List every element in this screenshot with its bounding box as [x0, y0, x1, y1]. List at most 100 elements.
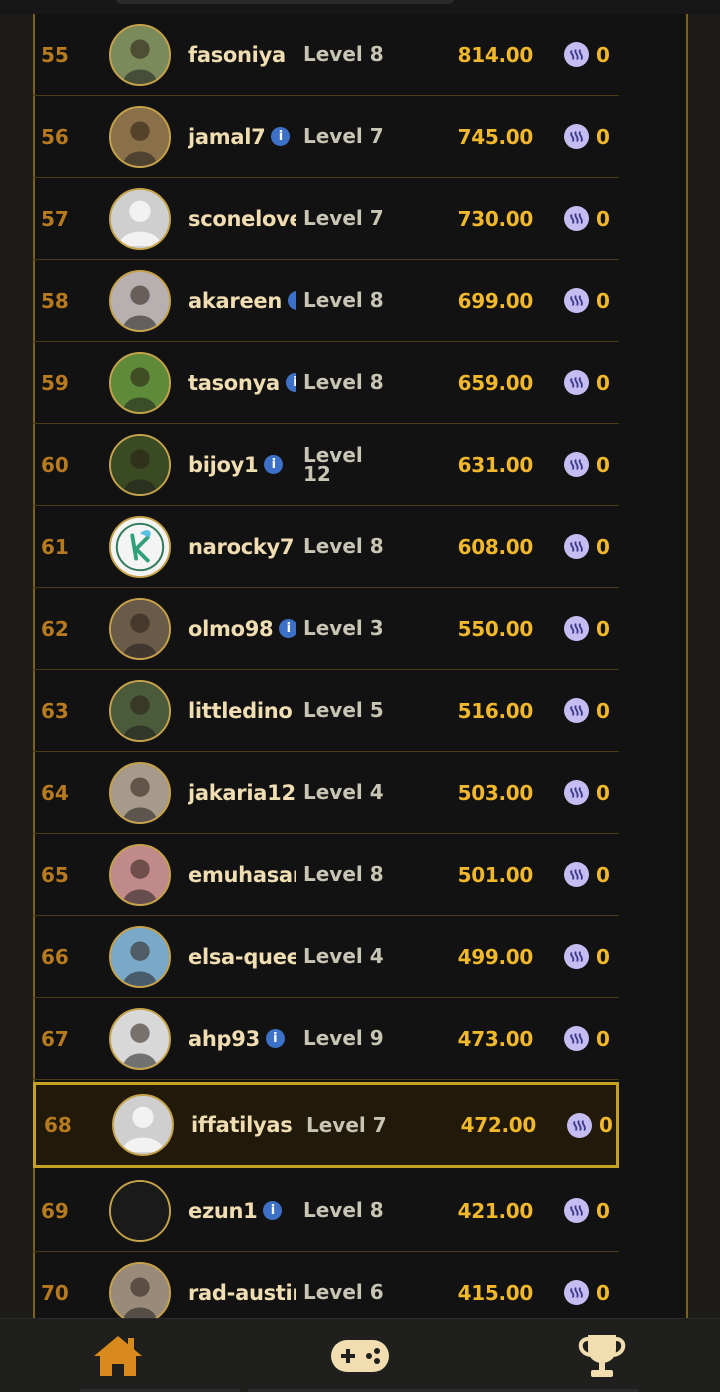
rank-number: 70 — [41, 1280, 69, 1305]
info-icon[interactable]: i — [279, 619, 296, 638]
avatar[interactable] — [109, 597, 171, 660]
avatar-image — [111, 25, 169, 84]
level-label: Level 7 — [306, 1112, 387, 1137]
rank-number: 57 — [41, 206, 69, 231]
info-icon[interactable]: i — [264, 455, 284, 474]
steem-coin-glyph — [573, 1119, 586, 1131]
leaderboard-row[interactable]: 67 ahp93 i Level 9 473.00 0 — [33, 998, 619, 1080]
avatar[interactable] — [109, 843, 171, 906]
username[interactable]: emuhasan — [188, 863, 296, 887]
username-wrap: rad-austin — [188, 1281, 296, 1305]
avatar[interactable] — [109, 925, 171, 988]
username[interactable]: littledino — [188, 699, 293, 723]
level-label: Level 7 — [303, 206, 384, 230]
level-label: Level 8 — [303, 370, 384, 394]
avatar[interactable] — [109, 761, 171, 824]
username[interactable]: rad-austin — [188, 1281, 296, 1305]
avatar[interactable] — [109, 187, 171, 250]
avatar[interactable] — [109, 515, 171, 578]
avatar-image — [111, 763, 169, 822]
avatar[interactable] — [109, 433, 171, 496]
gamepad-icon — [331, 1340, 389, 1372]
steem-coin-icon — [564, 1026, 589, 1051]
leaderboard-row-current-user[interactable]: 68 iffatilyas Level 7 472.00 0 — [33, 1082, 619, 1168]
steem-coin-glyph — [570, 1287, 583, 1298]
info-icon[interactable]: i — [285, 373, 296, 392]
avatar[interactable] — [109, 351, 171, 414]
level-label: Level 8 — [303, 534, 384, 558]
leaderboard-row[interactable]: 64 jakaria121 Level 4 503.00 0 — [33, 752, 619, 834]
info-icon[interactable]: i — [271, 127, 291, 146]
username-wrap: emuhasan — [188, 863, 296, 887]
username[interactable]: narocky71 — [188, 535, 296, 559]
avatar[interactable] — [109, 105, 171, 168]
leaderboard-row[interactable]: 61 narocky71 Level 8 608.00 0 — [33, 506, 619, 588]
avatar[interactable] — [109, 679, 171, 742]
username[interactable]: olmo98 — [188, 617, 274, 641]
leaderboard-row[interactable]: 59 tasonya i Level 8 659.00 0 — [33, 342, 619, 424]
rank-number: 60 — [41, 452, 69, 477]
username[interactable]: ezun1 — [188, 1199, 258, 1223]
username-wrap: sconelove — [188, 207, 296, 231]
steem-coin-icon — [564, 534, 589, 559]
info-icon[interactable]: i — [263, 1201, 283, 1220]
leaderboard-row[interactable]: 66 elsa-queen Level 4 499.00 0 — [33, 916, 619, 998]
avatar[interactable] — [109, 1179, 171, 1242]
steem-coin-glyph — [570, 869, 583, 880]
avatar-image — [111, 271, 169, 330]
points-value: 730.00 — [457, 206, 534, 231]
rank-number: 64 — [41, 780, 69, 805]
points-value: 659.00 — [457, 370, 534, 395]
leaderboard-row[interactable]: 58 akareen i Level 8 699.00 0 — [33, 260, 619, 342]
reward-value: 0 — [599, 1113, 613, 1137]
username[interactable]: jamal7 — [188, 125, 266, 149]
nav-home-button[interactable] — [78, 1329, 158, 1383]
avatar[interactable] — [109, 23, 171, 86]
nav-leaderboard-button[interactable] — [562, 1329, 642, 1383]
leaderboard-row[interactable]: 55 fasoniya Level 8 814.00 0 — [33, 14, 619, 96]
leaderboard-row[interactable]: 60 bijoy1 i Level 12 631.00 0 — [33, 424, 619, 506]
username[interactable]: jakaria121 — [188, 781, 296, 805]
level-label: Level 3 — [303, 616, 384, 640]
username[interactable]: sconelove — [188, 207, 296, 231]
username[interactable]: fasoniya — [188, 43, 286, 67]
points-value: 501.00 — [457, 862, 534, 887]
avatar[interactable] — [109, 1261, 171, 1324]
username[interactable]: tasonya — [188, 371, 280, 395]
reward-value: 0 — [596, 206, 610, 231]
level-label: Level 8 — [303, 1198, 384, 1222]
points-value: 631.00 — [457, 452, 534, 477]
username[interactable]: bijoy1 — [188, 453, 259, 477]
leaderboard-row[interactable]: 69 ezun1 i Level 8 421.00 0 — [33, 1170, 619, 1252]
avatar[interactable] — [112, 1094, 174, 1156]
username-wrap: elsa-queen — [188, 945, 296, 969]
leaderboard-row[interactable]: 57 sconelove Level 7 730.00 0 — [33, 178, 619, 260]
steem-coin-glyph — [570, 705, 583, 716]
avatar-image — [111, 1009, 169, 1068]
steem-coin-glyph — [570, 1205, 583, 1216]
username[interactable]: elsa-queen — [188, 945, 296, 969]
info-icon[interactable]: i — [265, 1029, 285, 1048]
level-label: Level 6 — [303, 1280, 384, 1304]
points-value: 814.00 — [457, 42, 534, 67]
avatar[interactable] — [109, 1007, 171, 1070]
nav-games-button[interactable] — [320, 1329, 400, 1383]
leaderboard-row[interactable]: 56 jamal7 i Level 7 745.00 0 — [33, 96, 619, 178]
username-wrap: fasoniya — [188, 43, 296, 67]
rank-number: 67 — [41, 1026, 69, 1051]
leaderboard-row[interactable]: 63 littledino Level 5 516.00 0 — [33, 670, 619, 752]
username[interactable]: iffatilyas — [191, 1113, 293, 1137]
username-wrap: littledino — [188, 699, 296, 723]
avatar[interactable] — [109, 269, 171, 332]
username-wrap: iffatilyas — [191, 1113, 299, 1137]
username[interactable]: ahp93 — [188, 1027, 260, 1051]
username[interactable]: akareen — [188, 289, 282, 313]
leaderboard-row[interactable]: 62 olmo98 i Level 3 550.00 0 — [33, 588, 619, 670]
leaderboard-row[interactable]: 65 emuhasan Level 8 501.00 0 — [33, 834, 619, 916]
rank-number: 58 — [41, 288, 69, 313]
level-label: Level 8 — [303, 42, 384, 66]
username-wrap: jamal7 i — [188, 125, 296, 149]
steem-coin-glyph — [570, 131, 583, 142]
info-icon[interactable]: i — [288, 291, 296, 310]
reward-value: 0 — [596, 1280, 610, 1305]
